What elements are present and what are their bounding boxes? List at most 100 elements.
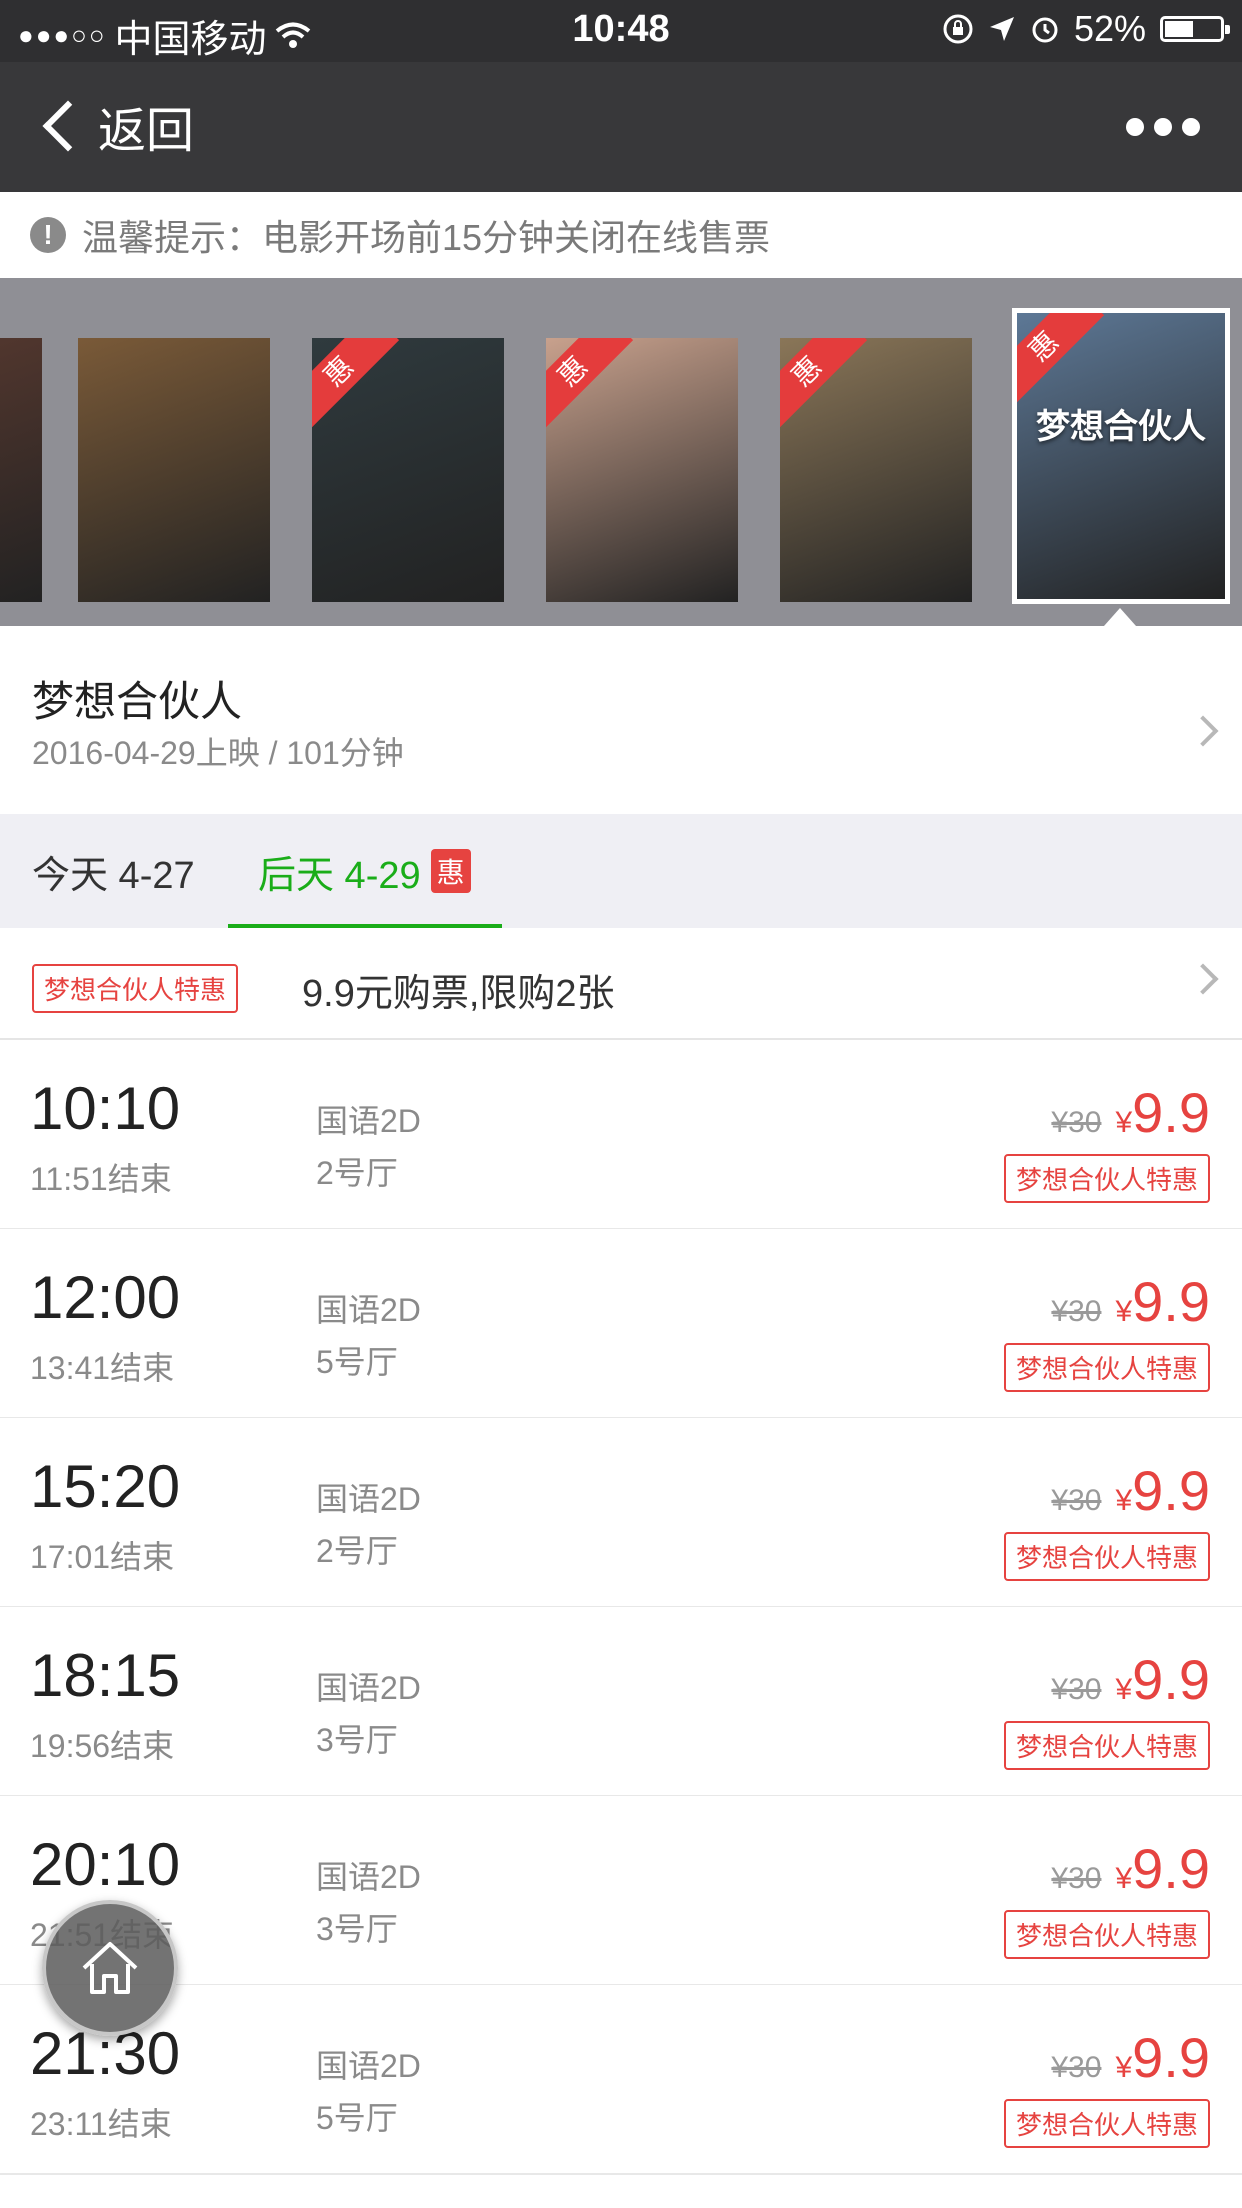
tab-today[interactable]: 今天 4-27	[32, 814, 195, 928]
currency-symbol: ¥	[1115, 1106, 1133, 1139]
discount-ribbon: 惠	[780, 338, 868, 433]
chevron-right-icon	[1187, 963, 1219, 995]
movie-poster[interactable]: 惠	[546, 338, 738, 602]
date-tabs: 今天 4-27 后天 4-29 惠	[0, 814, 1242, 928]
chevron-left-icon	[42, 100, 94, 152]
discount-tag: 梦想合伙人特惠	[1003, 1343, 1210, 1392]
notice-bar: ! 温馨提示：电影开场前15分钟关闭在线售票	[0, 192, 1242, 278]
currency-symbol: ¥	[1115, 2051, 1133, 2084]
back-button[interactable]: 返回	[40, 96, 194, 158]
price: ¥30 ¥ 9.9	[1051, 1647, 1210, 1712]
language-format: 国语2D	[316, 1670, 421, 1706]
more-dot-icon	[1154, 118, 1172, 136]
chevron-right-icon	[1187, 715, 1219, 747]
tab-label: 今天 4-27	[32, 854, 195, 897]
home-button[interactable]	[42, 1900, 178, 2036]
price: ¥30 ¥ 9.9	[1051, 1458, 1210, 1523]
alarm-icon	[1032, 17, 1058, 43]
language-format: 国语2D	[316, 1292, 421, 1328]
battery-percent: 52%	[1073, 8, 1146, 49]
home-icon	[82, 1942, 138, 1994]
selected-indicator	[1104, 608, 1136, 626]
poster-carousel[interactable]: 惠惠惠惠梦想合伙人	[0, 278, 1242, 626]
currency-symbol: ¥	[1115, 1673, 1133, 1706]
tab-day-after[interactable]: 后天 4-29 惠	[258, 814, 471, 928]
rotation-lock-icon	[943, 14, 973, 44]
discount-tag: 梦想合伙人特惠	[1003, 2099, 1210, 2148]
discount-ribbon: 惠	[1017, 313, 1105, 408]
back-label: 返回	[98, 105, 195, 158]
sale-price: 9.9	[1132, 2026, 1210, 2089]
start-time: 10:10	[30, 1075, 181, 1142]
more-dot-icon	[1182, 118, 1200, 136]
start-time: 12:00	[30, 1264, 181, 1331]
currency-symbol: ¥	[1115, 1295, 1133, 1328]
showtime-row[interactable]: 12:00 13:41结束 国语2D 5号厅 ¥30 ¥ 9.9 梦想合伙人特惠	[0, 1229, 1242, 1419]
discount-tag: 梦想合伙人特惠	[1003, 1532, 1210, 1581]
notice-text: 温馨提示：电影开场前15分钟关闭在线售票	[82, 217, 771, 258]
discount-ribbon: 惠	[312, 338, 400, 433]
showtime-row[interactable]: 15:20 17:01结束 国语2D 2号厅 ¥30 ¥ 9.9 梦想合伙人特惠	[0, 1418, 1242, 1608]
promo-row[interactable]: 梦想合伙人特惠 9.9元购票,限购2张	[0, 928, 1242, 1040]
more-button[interactable]	[1126, 118, 1200, 136]
hall: 3号厅	[316, 1722, 398, 1758]
showtime-row[interactable]: 21:30 23:11结束 国语2D 5号厅 ¥30 ¥ 9.9 梦想合伙人特惠	[0, 1985, 1242, 2175]
currency-symbol: ¥	[1115, 1484, 1133, 1517]
start-time: 20:10	[30, 1831, 181, 1898]
price: ¥30 ¥ 9.9	[1051, 1836, 1210, 1901]
hall: 5号厅	[316, 2100, 398, 2136]
battery-icon	[1160, 16, 1230, 42]
discount-tag: 梦想合伙人特惠	[1003, 1721, 1210, 1770]
discount-tag: 梦想合伙人特惠	[1003, 1154, 1210, 1203]
hall: 2号厅	[316, 1155, 398, 1191]
original-price: ¥30	[1051, 2051, 1102, 2084]
info-icon: !	[30, 217, 66, 253]
showtime-row[interactable]: 18:15 19:56结束 国语2D 3号厅 ¥30 ¥ 9.9 梦想合伙人特惠	[0, 1607, 1242, 1797]
sale-price: 9.9	[1132, 1837, 1210, 1900]
price: ¥30 ¥ 9.9	[1051, 2025, 1210, 2090]
original-price: ¥30	[1051, 1673, 1102, 1706]
discount-badge: 惠	[430, 849, 471, 893]
sale-price: 9.9	[1132, 1459, 1210, 1522]
hall: 3号厅	[316, 1911, 398, 1947]
original-price: ¥30	[1051, 1106, 1102, 1139]
promo-text: 9.9元购票,限购2张	[302, 973, 615, 1015]
showtime-row[interactable]: 20:10 21:51结束 国语2D 3号厅 ¥30 ¥ 9.9 梦想合伙人特惠	[0, 1796, 1242, 1986]
end-time: 13:41结束	[30, 1350, 175, 1386]
original-price: ¥30	[1051, 1295, 1102, 1328]
currency-symbol: ¥	[1115, 1862, 1133, 1895]
sale-price: 9.9	[1132, 1081, 1210, 1144]
original-price: ¥30	[1051, 1862, 1102, 1895]
movie-poster[interactable]: 惠梦想合伙人	[1012, 308, 1230, 604]
end-time: 23:11结束	[30, 2106, 172, 2142]
original-price: ¥30	[1051, 1484, 1102, 1517]
status-bar: ●●●○○ 中国移动 10:48 52%	[0, 0, 1242, 62]
movie-info[interactable]: 梦想合伙人 2016-04-29上映 / 101分钟	[0, 626, 1242, 814]
movie-poster[interactable]: 惠	[780, 338, 972, 602]
nav-bar: 返回	[0, 62, 1242, 192]
showtime-row[interactable]: 10:10 11:51结束 国语2D 2号厅 ¥30 ¥ 9.9 梦想合伙人特惠	[0, 1040, 1242, 1230]
more-dot-icon	[1126, 118, 1144, 136]
hall: 2号厅	[316, 1533, 398, 1569]
start-time: 18:15	[30, 1642, 181, 1709]
poster-title: 梦想合伙人	[1036, 407, 1206, 446]
movie-title: 梦想合伙人	[32, 678, 243, 725]
price: ¥30 ¥ 9.9	[1051, 1080, 1210, 1145]
language-format: 国语2D	[316, 1103, 421, 1139]
price: ¥30 ¥ 9.9	[1051, 1269, 1210, 1334]
discount-tag: 梦想合伙人特惠	[1003, 1910, 1210, 1959]
end-time: 11:51结束	[30, 1161, 172, 1197]
sale-price: 9.9	[1132, 1648, 1210, 1711]
movie-meta: 2016-04-29上映 / 101分钟	[32, 735, 404, 771]
sale-price: 9.9	[1132, 1270, 1210, 1333]
promo-tag: 梦想合伙人特惠	[32, 964, 239, 1013]
language-format: 国语2D	[316, 1481, 421, 1517]
hall: 5号厅	[316, 1344, 398, 1380]
tab-label: 后天 4-29	[258, 854, 421, 897]
language-format: 国语2D	[316, 2048, 421, 2084]
movie-poster[interactable]	[0, 338, 42, 602]
movie-poster[interactable]	[78, 338, 270, 602]
movie-poster[interactable]: 惠	[312, 338, 504, 602]
start-time: 15:20	[30, 1453, 181, 1520]
end-time: 17:01结束	[30, 1539, 175, 1575]
